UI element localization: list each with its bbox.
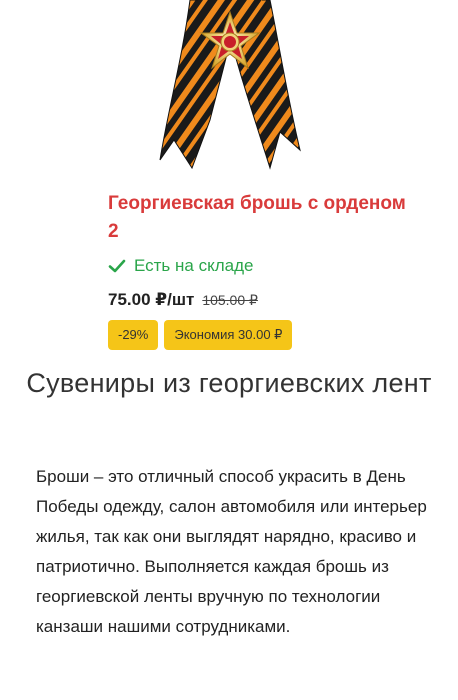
check-icon <box>108 259 126 273</box>
product-page: Георгиевская брошь с орденом 2 Есть на с… <box>0 0 458 700</box>
current-price: 75.00 ₽/шт <box>108 290 195 309</box>
section-heading: Сувениры из георгиевских лент <box>26 368 432 398</box>
stock-status-label: Есть на складе <box>134 256 254 275</box>
discount-badges: -29% Экономия 30.00 ₽ <box>108 320 293 350</box>
discount-percent-badge: -29% <box>108 320 159 350</box>
old-price: 105.00 ₽ <box>202 292 258 308</box>
section-description: Броши – это отличный способ украсить в Д… <box>36 467 427 636</box>
ribbon-brooch-image[interactable] <box>120 0 340 170</box>
savings-badge: Экономия 30.00 ₽ <box>164 320 293 350</box>
product-title[interactable]: Георгиевская брошь с орденом 2 <box>108 190 408 246</box>
price-row: 75.00 ₽/шт 105.00 ₽ <box>108 290 258 310</box>
stock-status: Есть на складе <box>108 256 253 276</box>
